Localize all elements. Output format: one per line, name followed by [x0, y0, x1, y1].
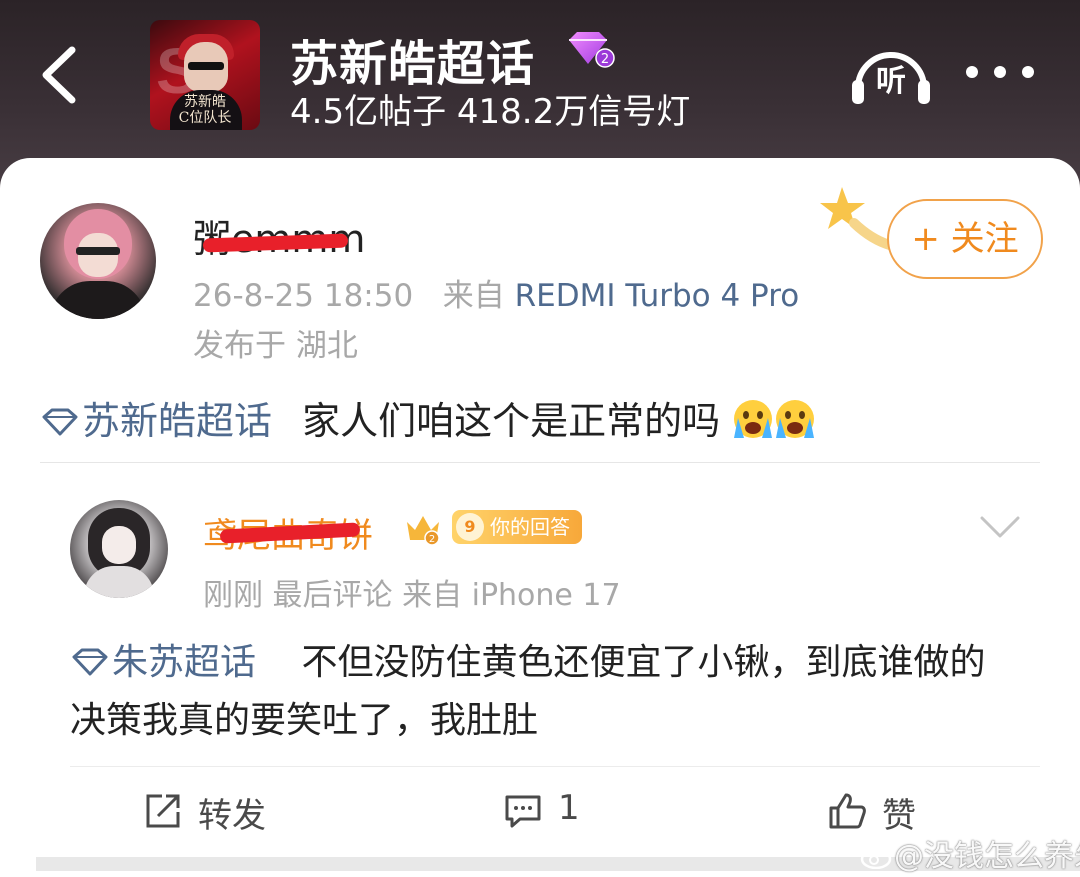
topic-cover-image[interactable]: S 苏新皓 C位队长 [150, 20, 260, 130]
comment-body: 朱苏超话 不但没防住黄色还便宜了小锹，到底谁做的决策我真的要笑吐了，我肚肚 [70, 634, 1000, 750]
poster-avatar[interactable] [40, 203, 156, 319]
cover-figure-glasses [188, 62, 224, 70]
post-topic-link[interactable]: 苏新皓超话 [40, 399, 284, 443]
more-dot-icon [966, 66, 978, 78]
avatar-shirt [50, 281, 146, 319]
avatar-face [102, 526, 136, 564]
repost-label: 转发 [198, 796, 266, 836]
post-text: 家人们咱这个是正常的吗 [302, 399, 721, 443]
post-divider [40, 462, 1040, 463]
fan-level-badge: 9 [456, 513, 484, 541]
listen-label: 听 [876, 64, 906, 99]
post-card: 粥emmm 26-8-25 18:50 来自 REDMI Turbo 4 Pro… [0, 158, 1080, 877]
post-meta: 26-8-25 18:50 来自 REDMI Turbo 4 Pro [193, 270, 799, 315]
back-button[interactable] [30, 40, 90, 110]
topic-diamond-icon [42, 408, 78, 436]
post-topic-label: 苏新皓超话 [82, 399, 273, 443]
avatar-glasses [76, 247, 120, 255]
actions-divider [70, 766, 1040, 767]
crying-emoji-icon [776, 400, 815, 438]
cover-caption-line2: C位队长 [178, 110, 232, 126]
commenter-avatar[interactable] [70, 500, 168, 598]
topic-diamond-icon [72, 648, 108, 676]
crown-badge-icon: 2 [407, 516, 440, 546]
topic-stats: 4.5亿帖子 418.2万信号灯 [290, 92, 691, 132]
avatar-face [78, 233, 118, 277]
weibo-logo-icon [860, 844, 893, 869]
chevron-down-icon[interactable] [978, 514, 1022, 540]
avatar-dress [84, 566, 154, 598]
listen-button[interactable]: 听 [848, 42, 934, 108]
like-label: 赞 [882, 796, 916, 836]
post-device[interactable]: REDMI Turbo 4 Pro [515, 278, 800, 314]
watermark-text: @没钱怎么养朱 [894, 839, 1080, 874]
comment-icon [505, 795, 541, 828]
repost-button[interactable]: 转发 [144, 788, 284, 836]
comment-meta: 刚刚 最后评论 来自 iPhone 17 [203, 578, 621, 613]
post-source-prefix: 来自 [442, 278, 505, 314]
more-dot-icon [1022, 66, 1034, 78]
svg-text:2: 2 [601, 52, 609, 67]
thumbs-up-icon [829, 793, 866, 829]
comment-topic-label: 朱苏超话 [112, 642, 257, 683]
post-location: 发布于 湖北 [193, 328, 358, 364]
more-dot-icon [994, 66, 1006, 78]
your-answer-label: 你的回答 [490, 515, 570, 539]
gem-level-icon: 2 [569, 32, 615, 68]
follow-button[interactable]: + 关注 [887, 199, 1043, 279]
comment-topic-link[interactable]: 朱苏超话 [70, 642, 267, 683]
cover-caption-line1: 苏新皓 [184, 94, 226, 110]
back-arrow-icon [42, 46, 76, 104]
weibo-watermark: @没钱怎么养朱 [860, 831, 1080, 875]
your-answer-badge: 9 你的回答 [452, 510, 582, 544]
svg-text:2: 2 [429, 534, 435, 545]
crying-emoji-icon [734, 400, 773, 438]
comment-count: 1 [558, 788, 580, 828]
repost-icon [146, 794, 180, 828]
comment-button[interactable]: 1 [504, 788, 594, 832]
post-time: 26-8-25 18:50 [193, 278, 414, 314]
post-body: 苏新皓超话 家人们咱这个是正常的吗 [40, 390, 816, 445]
like-button[interactable]: 赞 [828, 788, 938, 836]
more-options-button[interactable] [960, 58, 1040, 88]
